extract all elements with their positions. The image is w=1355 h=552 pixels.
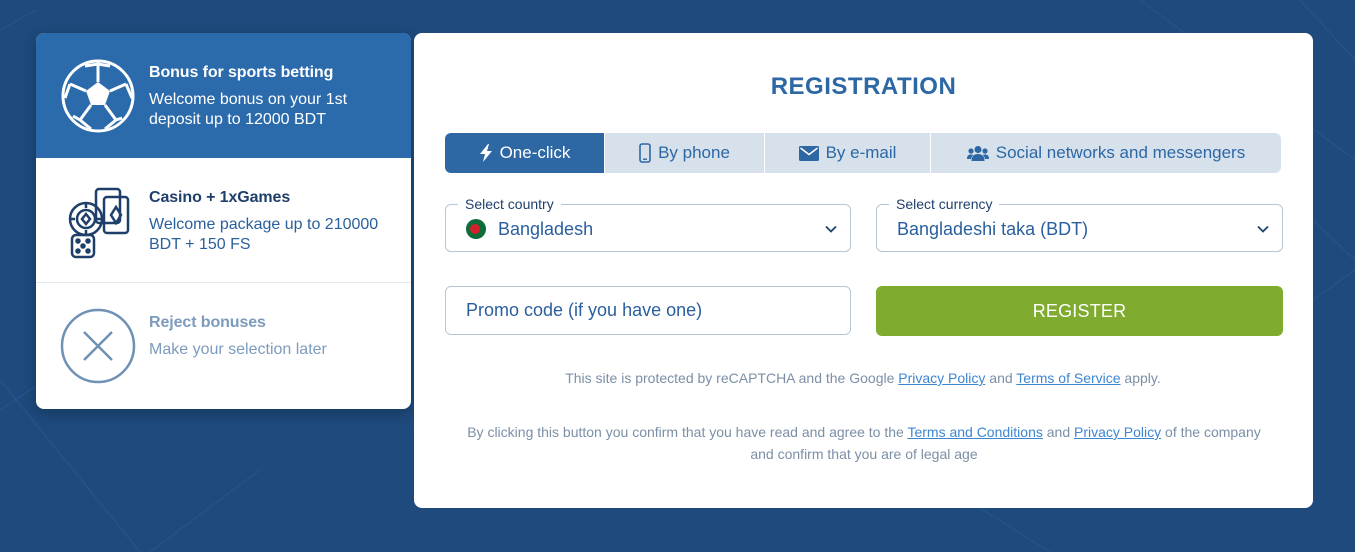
- consent-notice: By clicking this button you confirm that…: [454, 421, 1274, 465]
- promo-code-input[interactable]: [446, 287, 850, 334]
- currency-select[interactable]: Select currency Bangladeshi taka (BDT): [876, 195, 1283, 252]
- envelope-icon: [798, 145, 819, 161]
- phone-icon: [639, 143, 651, 163]
- bonus-description: Welcome bonus on your 1st deposit up to …: [149, 91, 348, 128]
- country-select-label: Select country: [458, 195, 561, 213]
- soccer-ball-icon: [61, 59, 135, 133]
- bonus-text: Casino + 1xGames Welcome package up to 2…: [149, 189, 397, 255]
- recaptcha-text-1: This site is protected by reCAPTCHA and …: [565, 370, 899, 386]
- tab-label: By phone: [658, 143, 730, 162]
- currency-select-label: Select currency: [889, 195, 1000, 213]
- bonus-option-sports[interactable]: Bonus for sports betting Welcome bonus o…: [36, 33, 411, 158]
- country-select[interactable]: Select country Bangladesh: [445, 195, 851, 252]
- privacy-policy-link[interactable]: Privacy Policy: [898, 370, 985, 386]
- recaptcha-text-2: and: [985, 370, 1017, 386]
- tab-by-email[interactable]: By e-mail: [765, 133, 931, 173]
- tab-social-networks[interactable]: Social networks and messengers: [931, 133, 1281, 173]
- bonus-title: Reject bonuses: [149, 314, 266, 331]
- lightning-icon: [479, 144, 492, 162]
- bangladesh-flag-icon: [466, 219, 486, 239]
- registration-method-tabs: One-click By phone By e-mail Social netw…: [445, 133, 1281, 173]
- promo-code-field: [445, 286, 851, 335]
- registration-form: REGISTRATION One-click By phone By e-mai…: [414, 33, 1313, 508]
- chevron-down-icon: [825, 225, 837, 233]
- bonus-option-casino[interactable]: Casino + 1xGames Welcome package up to 2…: [36, 158, 411, 283]
- bonus-title: Bonus for sports betting: [149, 64, 334, 81]
- bonus-text: Bonus for sports betting Welcome bonus o…: [149, 64, 397, 130]
- close-circle-icon: [60, 308, 136, 384]
- bonus-description: Make your selection later: [149, 341, 327, 358]
- bonus-selection-panel: Bonus for sports betting Welcome bonus o…: [36, 33, 411, 409]
- users-icon: [966, 146, 989, 161]
- bonus-description: Welcome package up to 210000 BDT + 150 F…: [149, 216, 379, 253]
- bonus-text: Reject bonuses Make your selection later: [149, 314, 397, 360]
- recaptcha-text-3: apply.: [1120, 370, 1161, 386]
- casino-chips-cards-icon: [68, 187, 130, 259]
- registration-title: REGISTRATION: [770, 73, 957, 100]
- tab-label: Social networks and messengers: [995, 143, 1246, 162]
- terms-and-conditions-link[interactable]: Terms and Conditions: [907, 424, 1042, 440]
- bonus-title: Casino + 1xGames: [149, 189, 291, 206]
- currency-select-value: Bangladeshi taka (BDT): [897, 219, 1089, 239]
- tab-label: By e-mail: [825, 143, 897, 162]
- consent-text-1: By clicking this button you confirm that…: [467, 424, 908, 440]
- recaptcha-notice: This site is protected by reCAPTCHA and …: [445, 367, 1281, 389]
- tab-label: One-click: [499, 143, 571, 162]
- bonus-option-reject[interactable]: Reject bonuses Make your selection later: [36, 283, 411, 409]
- tab-one-click[interactable]: One-click: [445, 133, 605, 173]
- tab-by-phone[interactable]: By phone: [605, 133, 765, 173]
- register-button[interactable]: REGISTER: [876, 286, 1283, 336]
- consent-text-2: and: [1042, 424, 1074, 440]
- terms-of-service-link[interactable]: Terms of Service: [1016, 370, 1120, 386]
- consent-privacy-policy-link[interactable]: Privacy Policy: [1074, 424, 1161, 440]
- chevron-down-icon: [1257, 225, 1269, 233]
- country-select-value: Bangladesh: [498, 219, 594, 239]
